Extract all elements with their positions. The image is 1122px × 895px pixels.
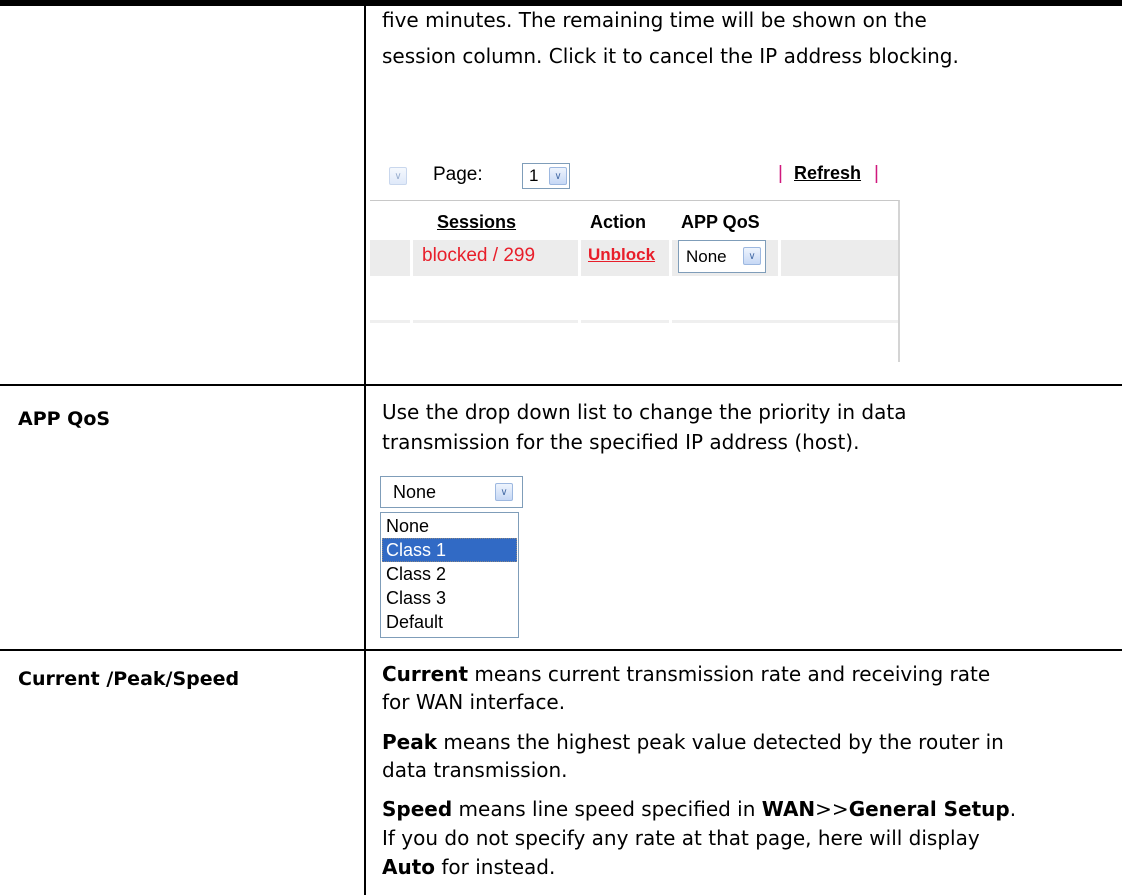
- speed-paragraph-line2: If you do not specify any rate at that p…: [382, 826, 980, 850]
- table-divider: [413, 320, 578, 323]
- current-term: Current: [382, 662, 469, 686]
- speed-paragraph-line1: Speed means line speed specified in WAN>…: [382, 795, 1016, 824]
- pipe-separator: |: [874, 163, 879, 184]
- dropdown-value: None: [393, 482, 437, 502]
- table-divider: [672, 320, 898, 323]
- app-qos-select-value: None: [686, 247, 727, 266]
- sessions-cell: blocked / 299: [422, 245, 536, 266]
- chevron-down-icon: ∨: [549, 167, 567, 185]
- app-qos-header: APP QoS: [681, 212, 760, 232]
- table-row: [370, 240, 410, 276]
- table-divider: [581, 320, 669, 323]
- table-row: [781, 240, 898, 276]
- peak-term: Peak: [382, 730, 438, 754]
- page-select[interactable]: 1 ∨: [522, 163, 570, 189]
- general-setup-term: General Setup: [848, 797, 1010, 821]
- term-current-peak-speed: Current /Peak/Speed: [18, 668, 240, 690]
- auto-term: Auto: [382, 855, 436, 879]
- row-divider-2: [0, 649, 1122, 651]
- pipe-separator: |: [778, 163, 783, 184]
- current-paragraph-line2: for WAN interface.: [382, 690, 566, 714]
- row2-desc-line1: Use the drop down list to change the pri…: [382, 400, 907, 424]
- page-label: Page:: [433, 164, 483, 185]
- peak-paragraph-line2: data transmission.: [382, 758, 568, 782]
- row-divider-1: [0, 384, 1122, 386]
- dropdown-option[interactable]: None: [382, 514, 517, 538]
- column-divider: [364, 0, 366, 895]
- action-header: Action: [590, 212, 646, 232]
- sessions-screenshot: ∨ Page: 1 ∨ | Refresh | Sessions Action …: [370, 160, 900, 375]
- chevron-down-icon: ∨: [743, 247, 761, 265]
- current-paragraph-line1: Current means current transmission rate …: [382, 660, 990, 689]
- dropdown-option[interactable]: Default: [382, 610, 517, 634]
- refresh-link[interactable]: Refresh: [794, 163, 861, 184]
- row1-desc-line1: five minutes. The remaining time will be…: [382, 8, 927, 32]
- dropdown-options-list: None Class 1 Class 2 Class 3 Default: [380, 512, 519, 638]
- period: .: [1009, 797, 1017, 821]
- peak-paragraph-line1: Peak means the highest peak value detect…: [382, 728, 1004, 757]
- speed-text: means line speed specified in: [452, 797, 762, 821]
- row2-desc-line2: transmission for the specified IP addres…: [382, 430, 860, 454]
- current-text: means current transmission rate and rece…: [468, 662, 991, 686]
- dropdown-option[interactable]: Class 3: [382, 586, 517, 610]
- wan-term: WAN: [761, 797, 816, 821]
- page-select-value: 1: [529, 166, 539, 185]
- unblock-link[interactable]: Unblock: [588, 245, 655, 265]
- app-qos-dropdown[interactable]: None ∨: [380, 476, 523, 508]
- speed-paragraph-line3: Auto for instead.: [382, 853, 555, 882]
- table-divider: [370, 320, 410, 323]
- speed-term: Speed: [382, 797, 453, 821]
- dropdown-option[interactable]: Class 2: [382, 562, 517, 586]
- peak-text: means the highest peak value detected by…: [437, 730, 1004, 754]
- row1-desc-line2: session column. Click it to cancel the I…: [382, 44, 959, 68]
- term-app-qos: APP QoS: [18, 408, 111, 430]
- chevron-down-icon: ∨: [495, 483, 513, 501]
- menu-separator: >>: [815, 797, 849, 821]
- sessions-header[interactable]: Sessions: [437, 212, 516, 233]
- chevron-down-icon[interactable]: ∨: [389, 167, 407, 185]
- app-qos-select[interactable]: None ∨: [678, 240, 766, 273]
- auto-text: for instead.: [435, 855, 556, 879]
- dropdown-option-highlighted[interactable]: Class 1: [382, 538, 517, 562]
